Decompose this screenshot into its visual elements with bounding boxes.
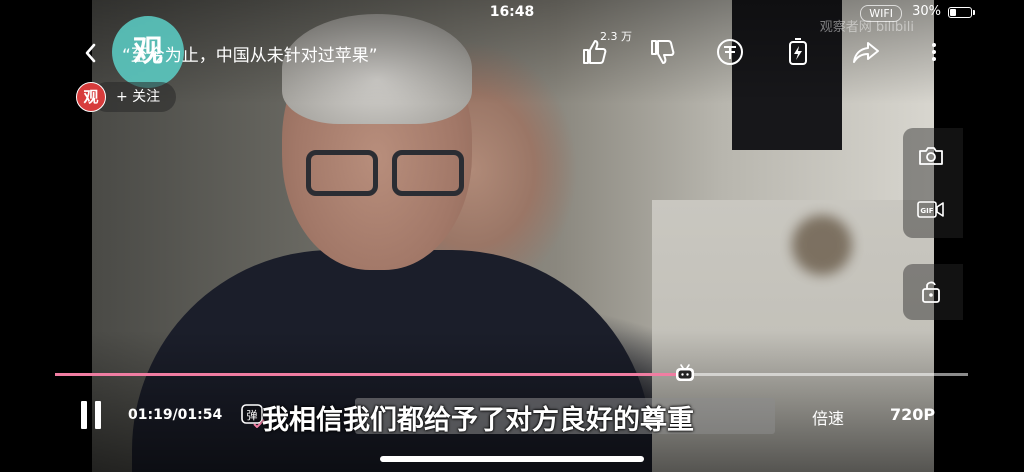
thumbs-down-icon[interactable] xyxy=(647,37,677,67)
subtitle-text: 我相信我们都给予了对方良好的尊重 xyxy=(262,405,694,436)
progress-bar[interactable] xyxy=(55,364,968,381)
danmu-label: 弹 xyxy=(247,408,258,422)
lock-panel xyxy=(903,264,963,320)
battery-icon xyxy=(948,7,975,18)
battery-percent: 30% xyxy=(912,4,941,19)
more-vertical-icon[interactable] xyxy=(926,40,942,66)
uploader-avatar[interactable]: 观 xyxy=(76,82,106,112)
lock-icon[interactable] xyxy=(917,280,945,304)
video-title: “至今为止，中国从未针对过苹果” xyxy=(122,46,378,66)
chevron-left-icon[interactable] xyxy=(78,38,104,68)
side-tools-panel: GIF xyxy=(903,128,963,238)
wifi-badge: WIFI xyxy=(860,5,902,22)
video-player[interactable]: 观察者网 bilibili 16:48 WIFI 30% 观 “至今为止，中国从… xyxy=(0,0,1024,472)
progress-fill xyxy=(55,373,685,376)
battery-charge-icon[interactable] xyxy=(783,37,813,67)
share-icon[interactable] xyxy=(851,37,881,67)
coin-icon[interactable] xyxy=(715,37,745,67)
timecode: 01:19/01:54 xyxy=(128,407,223,423)
camera-icon[interactable] xyxy=(917,144,945,168)
home-indicator[interactable] xyxy=(380,456,644,462)
pause-icon[interactable] xyxy=(80,401,104,429)
quality-button[interactable]: 720P xyxy=(890,405,935,424)
tv-thumb-icon[interactable] xyxy=(674,363,696,383)
gif-record-icon[interactable]: GIF xyxy=(917,198,945,222)
gif-label: GIF xyxy=(920,207,933,215)
speed-button[interactable]: 倍速 xyxy=(812,405,844,429)
thumbs-up-icon[interactable] xyxy=(579,37,609,67)
